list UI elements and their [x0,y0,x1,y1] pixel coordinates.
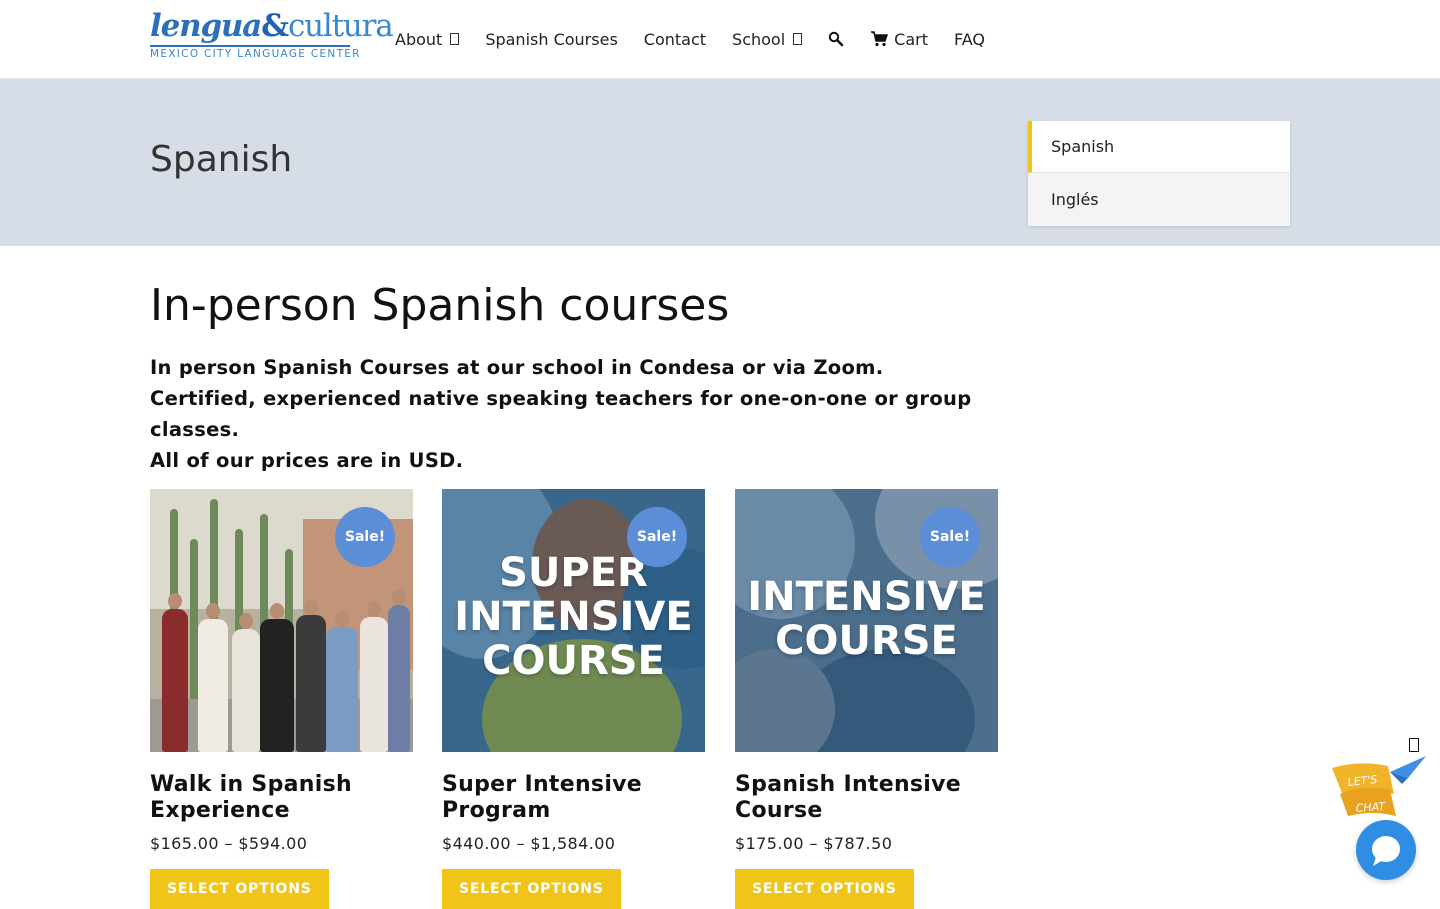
product-name[interactable]: Super Intensive Program [442,772,705,824]
sale-badge: Sale! [920,507,980,567]
nav-about-label: About [395,29,443,49]
page-title: Spanish [150,139,293,180]
chat-text: CHAT [1355,800,1387,815]
product-card: SUPER INTENSIVE COURSE Sale! Super Inten… [442,489,705,909]
nav-about[interactable]: About [395,29,460,49]
main-nav: About Spanish Courses Contact School Car… [395,28,1011,50]
product-card: INTENSIVE COURSE Sale! Spanish Intensive… [735,489,998,909]
site-logo[interactable]: lengua&cultura MEXICO CITY LANGUAGE CENT… [150,8,394,64]
product-price: $440.00 – $1,584.00 [442,834,616,853]
image-caption: INTENSIVE COURSE [747,574,986,664]
product-name[interactable]: Spanish Intensive Course [735,772,998,824]
product-image[interactable]: INTENSIVE COURSE Sale! [735,489,998,752]
intro-text: In person Spanish Courses at our school … [150,352,1010,476]
intro-line: Certified, experienced native speaking t… [150,387,972,441]
nav-cart[interactable]: Cart [870,30,928,49]
logo-wordmark: lengua&cultura [150,8,394,44]
nav-school-label: School [732,29,786,49]
select-options-button[interactable]: SELECT OPTIONS [735,869,914,909]
nav-cart-label: Cart [894,29,928,49]
logo-word-lengua: lengua [150,8,262,44]
logo-word-cultura: cultura [287,8,394,44]
chat-launcher-button[interactable] [1356,820,1416,880]
page-banner: Spanish Spanish Inglés [0,79,1440,246]
cart-icon [871,31,889,47]
close-icon[interactable] [1409,738,1419,752]
logo-tagline: MEXICO CITY LANGUAGE CENTER [150,48,361,60]
site-header: lengua&cultura MEXICO CITY LANGUAGE CENT… [0,0,1440,79]
product-image[interactable]: SUPER INTENSIVE COURSE Sale! [442,489,705,752]
nav-contact[interactable]: Contact [644,30,706,49]
intro-line: All of our prices are in USD. [150,449,464,472]
product-image[interactable]: Sale! [150,489,413,752]
section-heading: In-person Spanish courses [150,280,730,331]
lets-chat-badge[interactable]: LET'S CHAT [1330,754,1430,816]
lets-chat-graphic: LET'S CHAT [1332,756,1426,816]
nav-spanish-courses[interactable]: Spanish Courses [485,30,617,49]
product-name[interactable]: Walk in Spanish Experience [150,772,413,824]
select-options-button[interactable]: SELECT OPTIONS [150,869,329,909]
language-option-spanish[interactable]: Spanish [1028,121,1290,173]
product-price: $165.00 – $594.00 [150,834,308,853]
chat-bubble-icon [1372,836,1400,866]
product-price: $175.00 – $787.50 [735,834,893,853]
chevron-down-icon [450,33,460,45]
language-switcher: Spanish Inglés [1028,121,1290,226]
image-caption: SUPER INTENSIVE COURSE [454,550,693,684]
nav-school[interactable]: School [732,29,803,49]
logo-underline [150,45,350,47]
chevron-down-icon [793,33,803,45]
sale-badge: Sale! [335,507,395,567]
product-card: Sale! Walk in Spanish Experience $165.00… [150,489,413,909]
search-icon [828,31,844,47]
logo-ampersand: & [261,8,289,44]
nav-search[interactable] [828,31,844,47]
sale-badge: Sale! [627,507,687,567]
nav-faq[interactable]: FAQ [954,30,985,49]
intro-line: In person Spanish Courses at our school … [150,356,884,379]
select-options-button[interactable]: SELECT OPTIONS [442,869,621,909]
language-option-ingles[interactable]: Inglés [1028,173,1290,226]
